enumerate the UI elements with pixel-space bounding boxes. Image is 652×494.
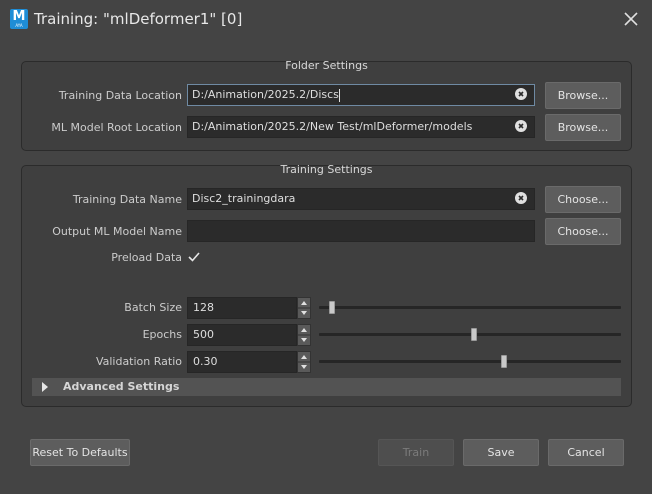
- train-button[interactable]: Train: [378, 439, 454, 466]
- cancel-button[interactable]: Cancel: [548, 439, 624, 466]
- batch-size-input[interactable]: 128: [187, 297, 297, 319]
- ml-model-root-location-input[interactable]: D:/Animation/2025.2/New Test/mlDeformer/…: [187, 116, 535, 138]
- validation-ratio-slider-thumb[interactable]: [500, 355, 507, 368]
- advanced-settings-label: Advanced Settings: [63, 380, 180, 393]
- output-ml-model-name-label: Output ML Model Name: [52, 225, 182, 238]
- reset-to-defaults-button[interactable]: Reset To Defaults: [30, 439, 130, 466]
- output-ml-model-name-input[interactable]: [187, 220, 535, 242]
- batch-size-slider-thumb[interactable]: [328, 301, 335, 314]
- preload-data-checkbox[interactable]: [187, 250, 201, 264]
- clear-icon[interactable]: [515, 192, 527, 204]
- batch-size-label: Batch Size: [124, 301, 182, 314]
- choose-training-data-button[interactable]: Choose...: [545, 186, 621, 213]
- text-cursor: [338, 88, 340, 102]
- training-data-name-label: Training Data Name: [72, 193, 182, 206]
- epochs-stepper[interactable]: [297, 324, 311, 346]
- validation-ratio-label: Validation Ratio: [95, 355, 182, 368]
- training-settings-title: Training Settings: [280, 163, 373, 176]
- epochs-slider-thumb[interactable]: [471, 328, 477, 341]
- clear-icon[interactable]: [515, 120, 527, 132]
- epochs-input[interactable]: 500: [187, 324, 297, 346]
- batch-size-stepper[interactable]: [297, 297, 311, 319]
- maya-app-icon: M AYA: [10, 9, 28, 29]
- validation-ratio-stepper[interactable]: [297, 351, 311, 373]
- expand-caret-icon: [42, 382, 48, 392]
- training-data-location-label: Training Data Location: [58, 89, 182, 102]
- save-button[interactable]: Save: [463, 439, 539, 466]
- app-icon-sub: AYA: [15, 23, 23, 28]
- preload-data-label: Preload Data: [111, 251, 182, 264]
- window-title: Training: "mlDeformer1" [0]: [34, 10, 243, 28]
- folder-settings-title: Folder Settings: [285, 59, 368, 72]
- batch-size-slider-track[interactable]: [319, 306, 621, 309]
- clear-icon[interactable]: [515, 88, 527, 100]
- close-icon[interactable]: [621, 9, 641, 29]
- browse-training-data-button[interactable]: Browse...: [545, 82, 621, 109]
- training-data-location-value: D:/Animation/2025.2/Discs: [192, 88, 339, 101]
- advanced-settings-header[interactable]: Advanced Settings: [32, 378, 621, 396]
- epochs-label: Epochs: [142, 328, 182, 341]
- training-data-location-input[interactable]: D:/Animation/2025.2/Discs: [187, 84, 535, 106]
- browse-ml-model-root-button[interactable]: Browse...: [545, 114, 621, 141]
- app-icon-letter: M: [12, 9, 26, 24]
- epochs-slider-track[interactable]: [319, 333, 621, 336]
- stepper-arrows-icon: [298, 328, 310, 342]
- stepper-arrows-icon: [298, 301, 310, 315]
- stepper-arrows-icon: [298, 355, 310, 369]
- training-data-name-input[interactable]: Disc2_trainingdara: [187, 188, 535, 210]
- checkmark-icon: [188, 252, 200, 262]
- validation-ratio-slider-track[interactable]: [319, 360, 621, 363]
- choose-output-model-button[interactable]: Choose...: [545, 218, 621, 245]
- ml-model-root-location-label: ML Model Root Location: [51, 121, 182, 134]
- validation-ratio-input[interactable]: 0.30: [187, 351, 297, 373]
